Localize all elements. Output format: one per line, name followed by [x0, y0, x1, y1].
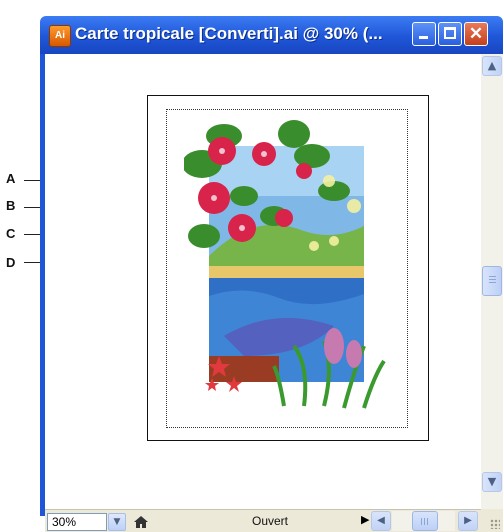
close-button[interactable]: ✕ — [464, 22, 488, 46]
scroll-up-button[interactable]: ▲ — [482, 56, 502, 76]
maximize-button[interactable] — [438, 22, 462, 46]
minimize-button[interactable] — [412, 22, 436, 46]
vertical-scrollbar[interactable]: ▲ ▼ — [481, 54, 503, 516]
scroll-down-button[interactable]: ▼ — [482, 472, 502, 492]
chevron-down-icon: ▼ — [113, 517, 121, 527]
horizontal-scroll-thumb[interactable] — [412, 511, 438, 531]
status-menu-arrow[interactable]: ▶ — [361, 513, 369, 526]
maximize-icon — [444, 27, 456, 39]
home-icon[interactable] — [133, 514, 149, 530]
chevron-left-icon: ◀ — [377, 515, 385, 526]
callout-label-c: C — [6, 226, 16, 241]
tropical-map-artwork[interactable] — [184, 116, 434, 436]
illustrator-icon[interactable]: Ai — [49, 25, 71, 47]
scroll-left-button[interactable]: ◀ — [371, 511, 391, 531]
chevron-right-icon: ▶ — [464, 515, 472, 526]
callout-label-b: B — [6, 198, 16, 213]
chevron-up-icon: ▲ — [487, 59, 497, 72]
status-text: Ouvert — [251, 514, 288, 528]
status-bar: 30% ▼ Ouvert ▶ ◀ ▶ — [45, 509, 481, 532]
title-bar[interactable]: Ai Carte tropicale [Converti].ai @ 30% (… — [40, 16, 503, 54]
window-title: Carte tropicale [Converti].ai @ 30% (... — [75, 24, 383, 43]
vertical-scroll-thumb[interactable] — [482, 266, 502, 296]
minimize-icon — [419, 36, 428, 39]
chevron-down-icon: ▼ — [487, 475, 497, 488]
beach — [209, 266, 364, 278]
scroll-right-button[interactable]: ▶ — [458, 511, 478, 531]
resize-grip[interactable] — [481, 509, 503, 532]
callout-label-d: D — [6, 255, 16, 270]
callout-label-a: A — [6, 171, 16, 186]
close-icon: ✕ — [468, 24, 484, 43]
